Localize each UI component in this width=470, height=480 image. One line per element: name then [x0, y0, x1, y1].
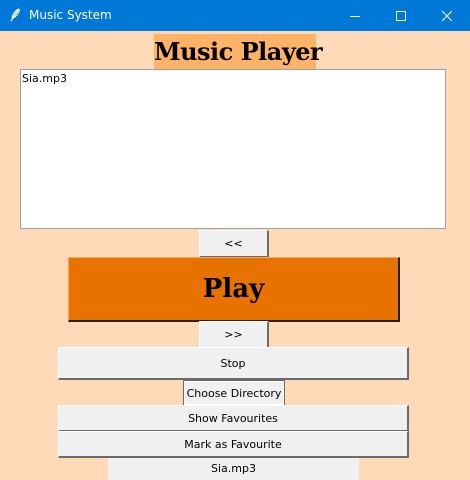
page-title: Music Player [154, 34, 323, 70]
stop-button[interactable]: Stop [58, 347, 409, 380]
show-favourites-button[interactable]: Show Favourites [58, 405, 409, 432]
title-bar[interactable]: Music System [0, 0, 470, 31]
status-label: Sia.mp3 [108, 458, 359, 480]
feather-icon [10, 8, 20, 22]
playlist-item[interactable]: Sia.mp3 [21, 72, 67, 86]
mark-favourite-button[interactable]: Mark as Favourite [58, 431, 409, 458]
minimize-button[interactable] [332, 0, 378, 31]
maximize-icon [396, 10, 406, 21]
minimize-icon [350, 15, 360, 17]
app-content: Music Player Sia.mp3 << Play >> Stop Cho… [0, 31, 470, 480]
maximize-button[interactable] [378, 0, 424, 31]
window-title: Music System [29, 8, 112, 22]
playlist-box[interactable]: Sia.mp3 [20, 69, 446, 229]
previous-button[interactable]: << [199, 230, 269, 258]
next-button[interactable]: >> [199, 321, 269, 349]
close-button[interactable] [424, 0, 470, 31]
choose-directory-button[interactable]: Choose Directory [183, 380, 285, 406]
close-icon [442, 10, 452, 21]
play-button[interactable]: Play [68, 257, 400, 322]
